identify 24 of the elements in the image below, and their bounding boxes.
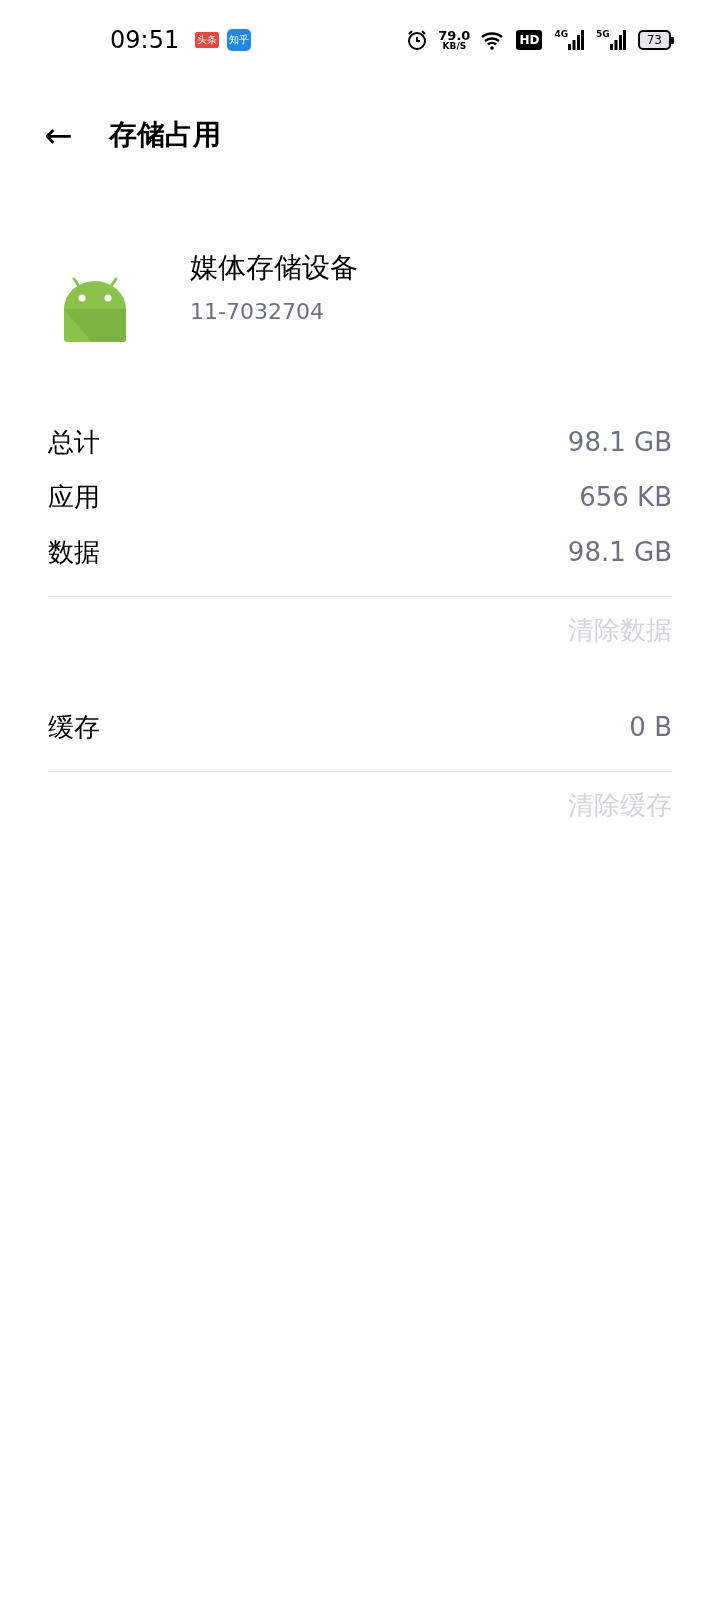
notification-icon: 知乎 [227, 29, 252, 51]
network-type: 4G [554, 30, 569, 39]
row-value: 98.1 GB [567, 536, 672, 569]
alarm-icon [406, 29, 429, 51]
row-value: 656 KB [579, 481, 672, 514]
signal-icon [568, 30, 585, 50]
row-label: 应用 [48, 481, 100, 514]
page-title: 存储占用 [108, 117, 221, 153]
network-type: 5G [596, 30, 610, 39]
row-label: 数据 [48, 536, 100, 569]
network-speed: 79.0 [438, 29, 471, 42]
row-label: 总计 [48, 426, 100, 459]
app-name: 媒体存储设备 [190, 250, 358, 286]
status-time: 09:51 [110, 25, 180, 56]
battery-indicator: 73 [637, 30, 671, 50]
app-version: 11-7032704 [190, 298, 325, 326]
hd-badge: HD [516, 30, 543, 50]
row-value: 0 B [629, 711, 672, 744]
notification-icon: 头条 [195, 32, 220, 48]
back-button[interactable]: ← [44, 118, 73, 152]
row-label: 缓存 [48, 711, 100, 744]
signal-icon [609, 30, 626, 50]
row-value: 98.1 GB [567, 426, 672, 459]
speed-unit: KB/S [442, 42, 467, 51]
